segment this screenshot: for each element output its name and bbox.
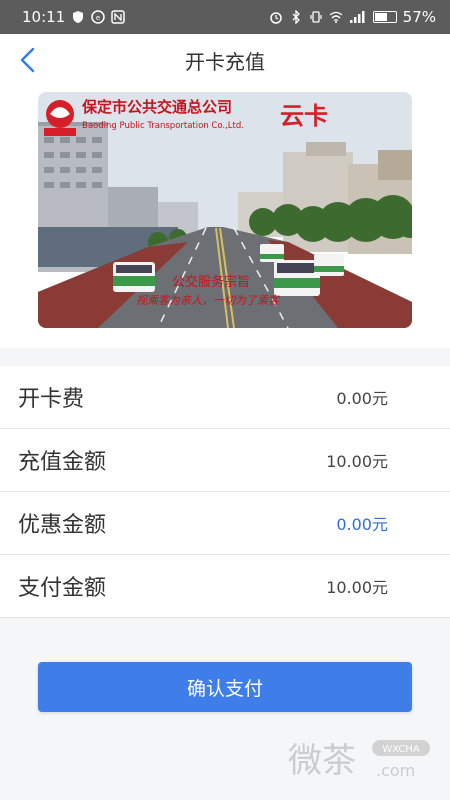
card-company-en: Baoding Public Transportation Co.,Ltd. — [82, 121, 244, 131]
wifi-icon — [329, 11, 343, 23]
row-label: 优惠金额 — [18, 513, 107, 538]
row-value: 0.00元 — [336, 515, 388, 534]
svg-text:e: e — [96, 14, 100, 22]
watermark-badge: WXCHA — [382, 744, 420, 755]
watermark-logo: 微茶 WXCHA .com — [288, 740, 430, 781]
row-label: 开卡费 — [18, 387, 85, 412]
nfc-icon — [111, 10, 125, 24]
row-value: 10.00元 — [326, 452, 388, 471]
nav-bar: 开卡充值 — [0, 34, 450, 86]
chevron-left-icon — [20, 47, 35, 73]
row-value: 10.00元 — [326, 578, 388, 597]
watermark-domain: .com — [376, 761, 415, 780]
status-bar: 10:11 e 57% — [0, 0, 450, 34]
card-artwork: 保定市公共交通总公司 Baoding Public Transportation… — [38, 92, 412, 328]
watermark-cn: 微茶 — [288, 741, 356, 781]
bluetooth-icon — [292, 10, 300, 24]
signal-icon — [349, 11, 365, 23]
battery-level: 57% — [402, 8, 436, 26]
status-time: 10:11 — [22, 8, 66, 26]
fee-list: 开卡费 0.00元 充值金额 10.00元 优惠金额 0.00元 支付金额 10… — [0, 366, 450, 618]
row-label: 支付金额 — [18, 576, 107, 601]
card-brand: 云卡 — [280, 102, 328, 130]
row-open-fee: 开卡费 0.00元 — [0, 366, 450, 429]
vibrate-icon — [310, 11, 322, 23]
page-title: 开卡充值 — [185, 49, 265, 74]
row-pay-amount: 支付金额 10.00元 — [0, 555, 450, 618]
row-discount-amount: 优惠金额 0.00元 — [0, 492, 450, 555]
bus-card-image: 保定市公共交通总公司 Baoding Public Transportation… — [38, 92, 412, 328]
shield-icon — [73, 11, 84, 23]
row-label: 充值金额 — [18, 450, 107, 475]
app-icon: e — [91, 10, 105, 24]
card-slogan-text: 视乘客为亲人，一切为了乘客 — [136, 294, 281, 307]
confirm-pay-button[interactable]: 确认支付 — [38, 662, 412, 712]
row-value: 0.00元 — [336, 389, 388, 408]
card-slogan-title: 公交服务宗旨 — [172, 274, 250, 290]
card-company-cn: 保定市公共交通总公司 — [81, 98, 232, 116]
back-button[interactable] — [12, 44, 44, 76]
card-area: 保定市公共交通总公司 Baoding Public Transportation… — [0, 86, 450, 348]
alarm-icon — [269, 12, 282, 24]
row-recharge-amount: 充值金额 10.00元 — [0, 429, 450, 492]
battery-icon — [372, 11, 397, 23]
